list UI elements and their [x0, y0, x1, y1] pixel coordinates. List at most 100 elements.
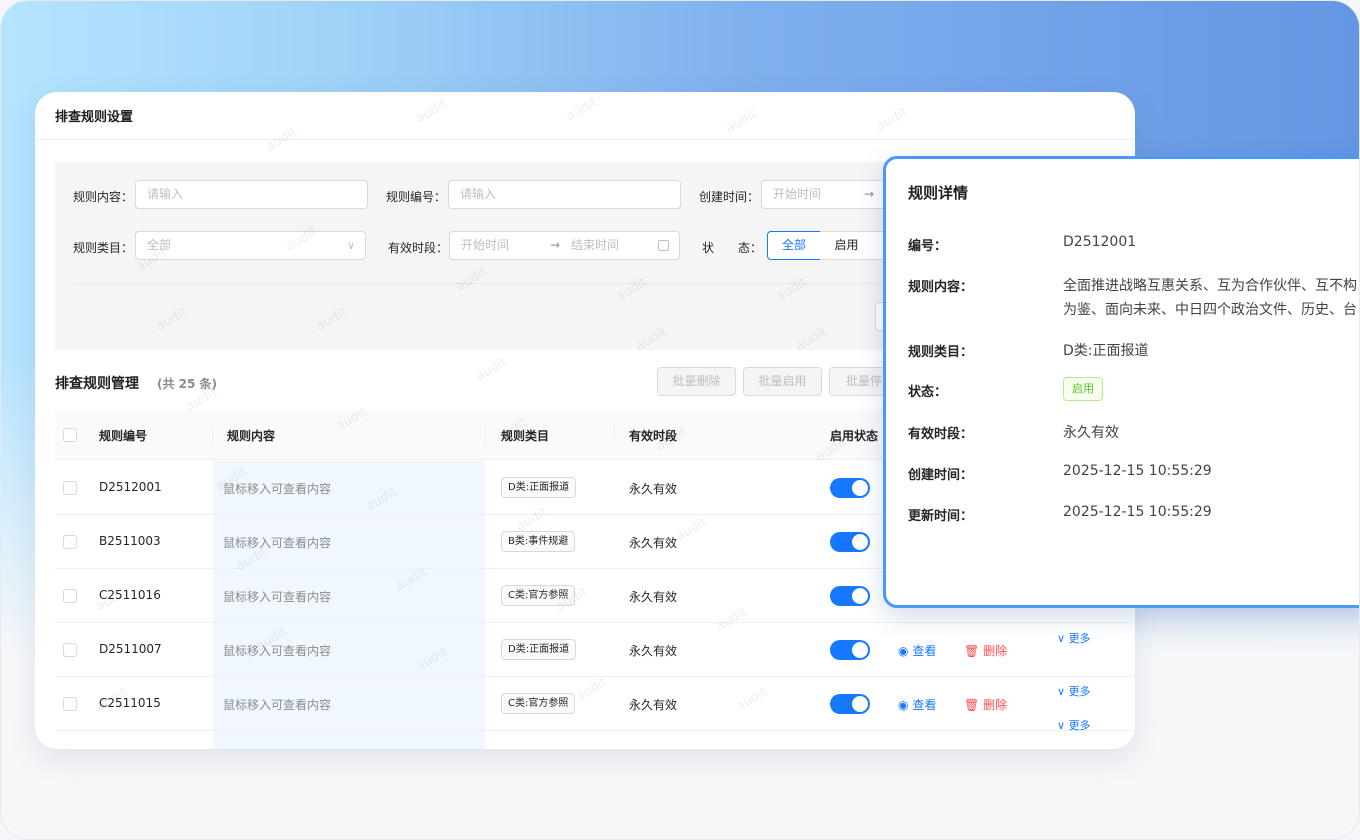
rule-no-placeholder: 请输入	[460, 187, 497, 201]
batch-delete-button[interactable]: 批量删除	[657, 367, 736, 396]
created-start-placeholder: 开始时间	[773, 187, 822, 201]
view-link[interactable]: ◉ 查看	[898, 642, 936, 659]
rule-content-input[interactable]: 请输入	[135, 180, 368, 209]
watermark: audit	[563, 94, 600, 125]
valid-cell: 永久有效	[629, 482, 678, 496]
row-checkbox[interactable]	[63, 535, 77, 549]
row-checkbox[interactable]	[63, 481, 77, 495]
record-count: (共 25 条)	[157, 377, 218, 391]
row-checkbox[interactable]	[63, 589, 77, 603]
valid-period-range[interactable]: 开始时间 → 结束时间	[449, 231, 680, 260]
header-rule-no: 规则编号	[99, 429, 148, 443]
category-tag: C类:官方参照	[501, 585, 576, 606]
row-checkbox[interactable]	[63, 643, 77, 657]
table-row[interactable]: ∨ 更多	[55, 719, 1135, 749]
delete-link[interactable]: 🗑 删除	[964, 696, 1007, 713]
more-link[interactable]: ∨ 更多	[1057, 717, 1091, 733]
category-tag: B类:事件规避	[501, 531, 576, 552]
table-row[interactable]: D2511007 鼠标移入可查看内容 D类:正面报道 永久有效 ◉ 查看 🗑 删…	[55, 623, 1135, 677]
more-link[interactable]: ∨ 更多	[1057, 630, 1091, 646]
enable-switch[interactable]	[830, 694, 870, 714]
detail-title: 规则详情	[908, 184, 969, 202]
trash-icon: 🗑	[964, 698, 980, 712]
content-cell-highlight	[213, 731, 485, 749]
eye-icon: ◉	[898, 698, 909, 712]
detail-valid-value: 永久有效	[1063, 425, 1119, 441]
eye-icon: ◉	[898, 644, 909, 658]
detail-updated-value: 2025-12-15 10:55:29	[1063, 504, 1212, 520]
more-label: 更多	[1068, 632, 1091, 645]
batch-enable-button[interactable]: 批量启用	[743, 367, 822, 396]
status-label: 状 态：	[702, 241, 763, 255]
category-select[interactable]: 全部 ∨	[135, 231, 366, 260]
category-tag: C类:官方参照	[501, 693, 576, 714]
chevron-down-icon: ∨	[346, 239, 355, 252]
rule-no-cell: C2511015	[99, 696, 161, 710]
header-separator	[485, 425, 486, 445]
header-content: 规则内容	[227, 429, 276, 443]
enable-switch[interactable]	[830, 640, 870, 660]
enable-switch[interactable]	[830, 478, 870, 498]
chevron-down-icon: ∨	[1057, 685, 1066, 698]
detail-updated-label: 更新时间：	[908, 509, 974, 524]
select-all-checkbox[interactable]	[63, 428, 77, 442]
detail-content-label: 规则内容：	[908, 280, 974, 295]
table-row[interactable]: C2511015 鼠标移入可查看内容 C类:官方参照 永久有效 ◉ 查看 🗑 删…	[55, 677, 1135, 731]
chevron-down-icon: ∨	[1057, 719, 1066, 732]
status-option-enabled[interactable]: 启用	[820, 231, 874, 260]
detail-no-value: D2512001	[1063, 234, 1137, 250]
rule-content-label: 规则内容：	[73, 190, 134, 204]
chevron-down-icon: ∨	[1057, 632, 1066, 645]
enable-switch[interactable]	[830, 586, 870, 606]
header-status: 启用状态	[830, 429, 879, 443]
status-option-all[interactable]: 全部	[767, 231, 821, 260]
detail-created-value: 2025-12-15 10:55:29	[1063, 463, 1212, 479]
rule-no-label: 规则编号：	[386, 190, 447, 204]
watermark: audit	[473, 354, 510, 385]
calendar-icon	[658, 240, 669, 251]
title-divider	[35, 139, 1135, 140]
watermark: audit	[873, 104, 910, 135]
trash-icon: 🗑	[964, 644, 980, 658]
header-valid: 有效时段	[629, 429, 678, 443]
content-cell[interactable]: 鼠标移入可查看内容	[223, 534, 331, 551]
header-category: 规则类目	[501, 429, 550, 443]
view-link[interactable]: ◉ 查看	[898, 696, 936, 713]
page-title: 排查规则设置	[55, 110, 134, 125]
detail-content-line1: 全面推进战略互惠关系、互为合作伙伴、互不构	[1063, 278, 1357, 294]
category-label: 规则类目：	[73, 241, 134, 255]
row-checkbox[interactable]	[63, 697, 77, 711]
content-cell[interactable]: 鼠标移入可查看内容	[223, 642, 331, 659]
detail-created-label: 创建时间：	[908, 468, 974, 483]
valid-cell: 永久有效	[629, 590, 678, 604]
rule-no-cell: D2512001	[99, 480, 162, 494]
created-time-label: 创建时间：	[699, 190, 760, 204]
view-label: 查看	[912, 698, 937, 712]
detail-category-value: D类:正面报道	[1063, 343, 1149, 359]
category-select-value: 全部	[147, 238, 172, 252]
valid-cell: 永久有效	[629, 698, 678, 712]
rule-content-placeholder: 请输入	[147, 187, 184, 201]
valid-period-label: 有效时段：	[388, 241, 449, 255]
background: 排查规则设置 规则内容： 请输入 规则编号： 请输入 创建时间： 开始时间 → …	[0, 0, 1360, 840]
detail-content-line2: 为鉴、面向未来、中日四个政治文件、历史、台	[1063, 302, 1357, 318]
more-label: 更多	[1068, 685, 1091, 698]
enable-switch[interactable]	[830, 532, 870, 552]
detail-no-label: 编号：	[908, 239, 948, 254]
valid-start-placeholder: 开始时间	[461, 238, 510, 252]
content-cell[interactable]: 鼠标移入可查看内容	[223, 480, 331, 497]
more-label: 更多	[1068, 719, 1091, 732]
rule-no-cell: B2511003	[99, 534, 161, 548]
more-link[interactable]: ∨ 更多	[1057, 683, 1091, 699]
header-separator	[212, 425, 213, 445]
category-tag: D类:正面报道	[501, 477, 577, 498]
range-arrow-icon: →	[550, 238, 561, 252]
delete-link[interactable]: 🗑 删除	[964, 642, 1007, 659]
content-cell[interactable]: 鼠标移入可查看内容	[223, 588, 331, 605]
rule-detail-popover: 规则详情 编号： D2512001 规则内容： 全面推进战略互惠关系、互为合作伙…	[883, 156, 1359, 608]
content-cell[interactable]: 鼠标移入可查看内容	[223, 696, 331, 713]
rule-no-input[interactable]: 请输入	[448, 180, 681, 209]
detail-status-label: 状态：	[908, 385, 948, 400]
valid-end-placeholder: 结束时间	[571, 238, 620, 252]
category-tag: D类:正面报道	[501, 639, 577, 660]
